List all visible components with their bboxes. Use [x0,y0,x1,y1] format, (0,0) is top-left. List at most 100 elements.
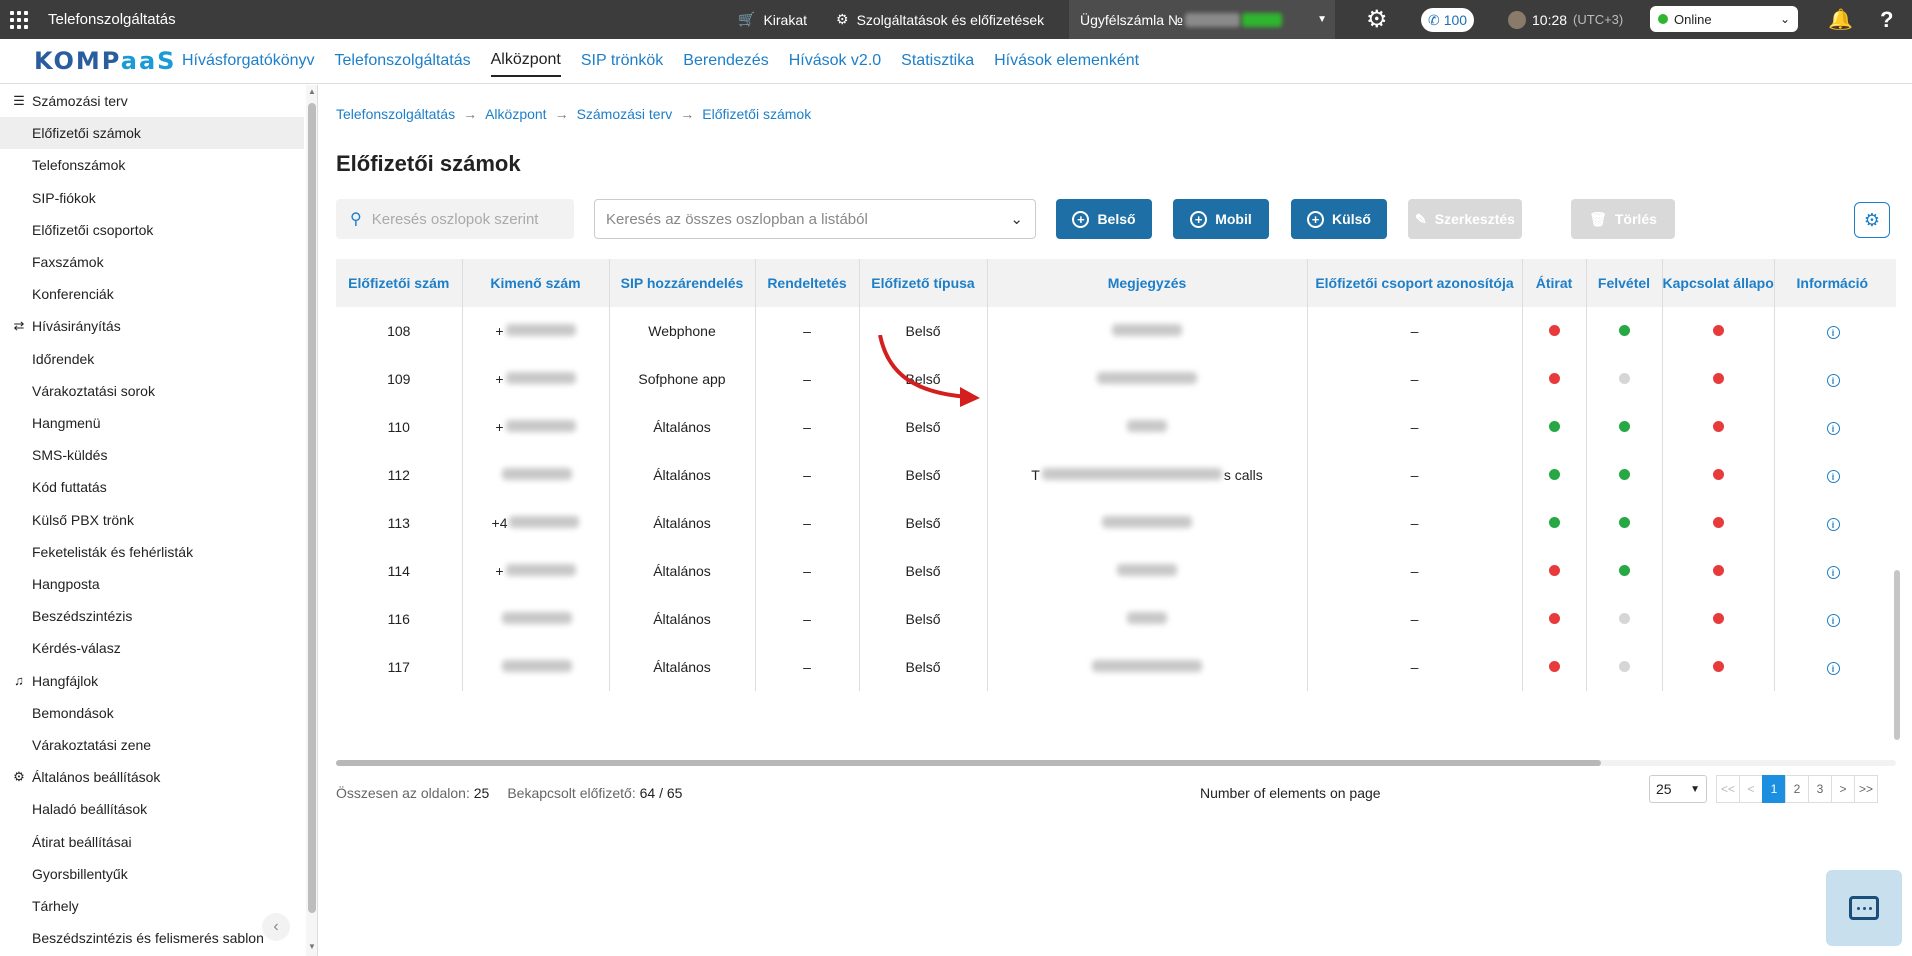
table-settings-gear-icon[interactable]: ⚙ [1854,202,1890,238]
help-icon[interactable]: ? [1880,0,1893,39]
sidebar-item[interactable]: Kód futtatás [0,471,304,503]
sidebar-item[interactable]: Előfizetői számok [0,117,304,150]
col-header[interactable]: Megjegyzés [987,259,1308,307]
nav-equipment[interactable]: Berendezés [683,46,768,76]
info-icon[interactable]: i [1826,566,1840,580]
table-row[interactable]: 109 + Sofphone app – Belső – i [336,355,1896,403]
sidebar-item[interactable]: Átirat beállításai [0,826,304,858]
sidebar-item[interactable]: Feketelisták és fehérlisták [0,536,304,568]
table-row[interactable]: 114 + Általános – Belső – i [336,547,1896,595]
column-search-input[interactable]: ⚲ Keresés oszlopok szerint [336,199,574,239]
sidebar-item[interactable]: Beszédszintézis és felismerés sablon [0,922,304,954]
sidebar-item[interactable]: Külső PBX trönk [0,504,304,536]
col-header[interactable]: Kimenő szám [462,259,610,307]
breadcrumb-item[interactable]: Telefonszolgáltatás [336,106,455,122]
sidebar-item[interactable]: SMS-küldés [0,439,304,471]
sidebar-item[interactable]: Konferenciák [0,278,304,310]
sidebar-item[interactable]: Tárhely [0,890,304,922]
add-mobile-button[interactable]: + Mobil [1173,199,1269,239]
active-calls-badge[interactable]: ✆ 100 [1421,8,1474,32]
settings-gear-icon[interactable]: ⚙ [1366,0,1388,39]
account-selector[interactable]: Ügyfélszámla № ▼ [1069,0,1335,39]
info-icon[interactable]: i [1826,518,1840,532]
table-row[interactable]: 110 + Általános – Belső – i [336,403,1896,451]
per-page-select[interactable]: 25 ▼ [1649,775,1707,803]
kompaas-logo[interactable]: KOMPaaS [34,47,182,75]
table-row[interactable]: 116 Általános – Belső – i [336,595,1896,643]
next-page-button[interactable]: > [1831,775,1856,803]
table-row[interactable]: 112 Általános – Belső Ts calls – i [336,451,1896,499]
col-header[interactable]: Előfizetői szám [336,259,463,307]
info-icon[interactable]: i [1826,326,1840,340]
page-button[interactable]: 3 [1808,775,1833,803]
sidebar-item[interactable]: Haladó beállítások [0,793,304,825]
scroll-up-icon[interactable]: ▲ [308,87,316,96]
info-icon[interactable]: i [1826,614,1840,628]
sidebar-item[interactable]: Időrendek [0,343,304,375]
first-page-button[interactable]: << [1716,775,1741,803]
sidebar-item[interactable]: Bemondások [0,697,304,729]
sidebar-item[interactable]: Telefonszámok [0,149,304,181]
breadcrumb-item[interactable]: Előfizetői számok [702,106,811,122]
nav-pbx[interactable]: Alközpont [490,45,561,77]
page-button[interactable]: 2 [1785,775,1810,803]
sidebar-item[interactable]: Beszédszintézis [0,600,304,632]
sidebar-item[interactable]: Faxszámok [0,246,304,278]
col-header[interactable]: SIP hozzárendelés [609,259,756,307]
scrollbar-thumb[interactable] [336,760,1601,766]
bell-icon[interactable]: 🔔 [1828,0,1853,39]
nav-sip-trunks[interactable]: SIP trönkök [581,46,663,76]
sidebar-item[interactable]: SIP-fiókok [0,182,304,214]
nav-statistics[interactable]: Statisztika [901,46,974,76]
sidebar-item[interactable]: Hangmenü [0,407,304,439]
delete-button[interactable]: 🗑 Törlés [1571,199,1675,239]
presence-status-select[interactable]: Online ⌄ [1650,6,1798,32]
nav-calls-v2[interactable]: Hívások v2.0 [789,46,881,76]
scrollbar-thumb[interactable] [308,103,316,913]
table-row[interactable]: 117 Általános – Belső – i [336,643,1896,691]
scroll-down-icon[interactable]: ▼ [308,942,316,951]
breadcrumb-item[interactable]: Számozási terv [577,106,673,122]
sidebar-item[interactable]: Előfizetői csoportok [0,214,304,246]
col-header[interactable]: Felvétel [1586,259,1663,307]
breadcrumb-item[interactable]: Alközpont [485,106,546,122]
sidebar-item[interactable]: ☰ Számozási terv [0,85,304,117]
sidebar-item[interactable]: Gyorsbillentyűk [0,858,304,890]
page-vertical-scrollbar[interactable] [1894,395,1900,820]
services-link[interactable]: ⚙ Szolgáltatások és előfizetések [836,0,1044,39]
prev-page-button[interactable]: < [1739,775,1764,803]
global-search-select[interactable]: Keresés az összes oszlopban a listából ⌄ [594,199,1036,239]
sidebar-scrollbar[interactable]: ▲ ▼ [306,85,317,956]
nav-call-scenarios[interactable]: Hívásforgatókönyv [182,46,315,76]
sidebar-item[interactable]: ⇄ Hívásirányítás [0,310,304,342]
page-button[interactable]: 1 [1762,775,1787,803]
sidebar-item[interactable]: ⚙ Általános beállítások [0,761,304,793]
edit-button[interactable]: ✎ Szerkesztés [1408,199,1522,239]
add-internal-button[interactable]: + Belső [1056,199,1152,239]
sidebar-item[interactable]: Kérdés-válasz [0,632,304,664]
nav-calls-itemized[interactable]: Hívások elemenként [994,46,1139,76]
col-header[interactable]: Kapcsolat állapota [1662,259,1775,307]
info-icon[interactable]: i [1826,422,1840,436]
sidebar-item[interactable]: ♫ Hangfájlok [0,665,304,697]
showcase-link[interactable]: 🛒 Kirakat [738,0,807,39]
col-header[interactable]: Rendeltetés [755,259,860,307]
avatar[interactable] [1508,10,1526,29]
last-page-button[interactable]: >> [1854,775,1879,803]
table-row[interactable]: 113 +4 Általános – Belső – i [336,499,1896,547]
table-horizontal-scrollbar[interactable] [336,760,1896,766]
info-icon[interactable]: i [1826,662,1840,676]
col-header[interactable]: Előfizetői csoport azonosítója [1307,259,1523,307]
info-icon[interactable]: i [1826,470,1840,484]
scrollbar-thumb[interactable] [1894,570,1900,740]
col-header[interactable]: Információ [1774,259,1896,307]
apps-grid-icon[interactable] [10,10,28,29]
nav-telephony[interactable]: Telefonszolgáltatás [335,46,471,76]
sidebar-item[interactable]: Várakoztatási zene [0,729,304,761]
info-icon[interactable]: i [1826,374,1840,388]
sidebar-item[interactable]: Hangposta [0,568,304,600]
col-header[interactable]: Előfizető típusa [859,259,988,307]
col-header[interactable]: Átirat [1522,259,1587,307]
collapse-sidebar-button[interactable]: ‹ [262,913,290,941]
table-row[interactable]: 108 + Webphone – Belső – i [336,307,1896,355]
